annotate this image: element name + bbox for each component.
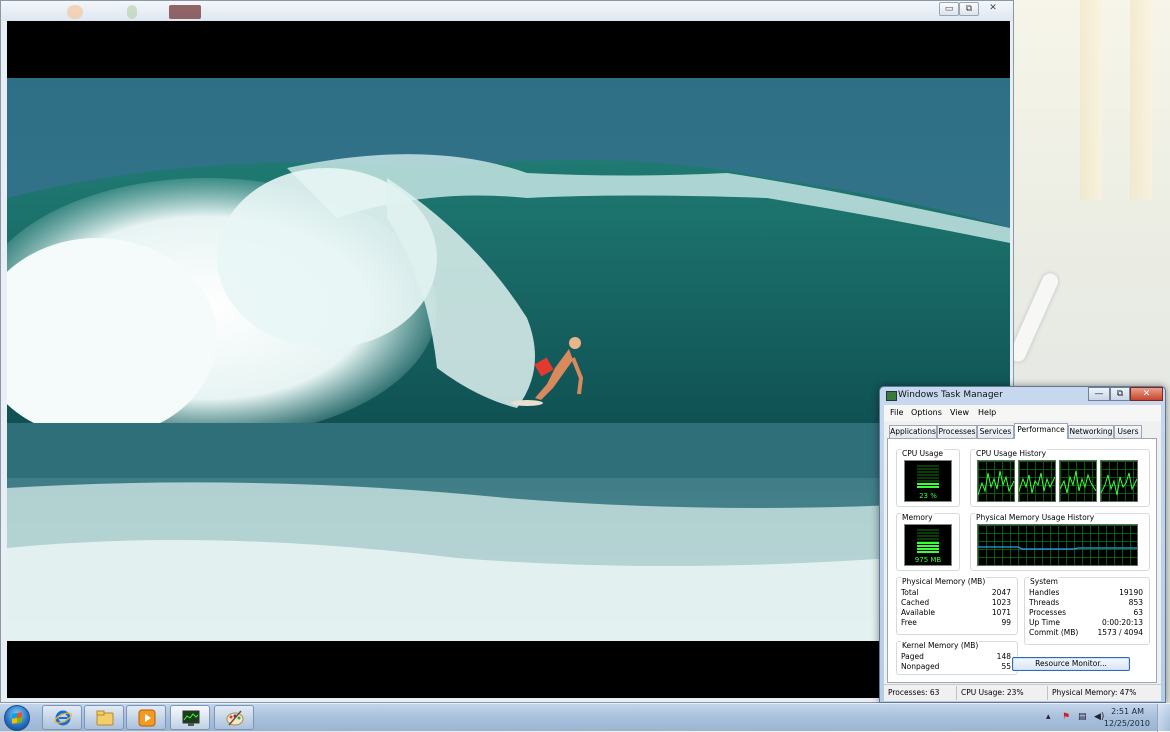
action-center-icon[interactable]: ⚑ <box>1062 712 1070 722</box>
tab-networking[interactable]: Networking <box>1068 425 1114 438</box>
menu-options[interactable]: Options <box>911 408 942 417</box>
menu-bar: File Options View Help <box>884 405 1161 421</box>
memory-history-graph <box>977 524 1138 566</box>
tab-services[interactable]: Services <box>977 425 1014 438</box>
blurred-title-icon <box>127 5 137 19</box>
menu-view[interactable]: View <box>950 408 969 417</box>
windows-logo-icon <box>12 712 22 724</box>
performance-panel: CPU Usage 23 % CPU Usage History Memory … <box>887 438 1157 683</box>
video-player-window[interactable]: ▭ ⧉ ✕ <box>0 0 1014 703</box>
minimize-button[interactable]: ▭ <box>939 2 959 16</box>
cpu-usage-meter: 23 % <box>904 460 952 502</box>
memory-meter: 975 MB <box>904 524 952 566</box>
task-manager-client: File Options View Help Applications Proc… <box>884 405 1161 701</box>
tab-applications[interactable]: Applications <box>889 425 937 438</box>
memory-history-label: Physical Memory Usage History <box>975 513 1096 522</box>
restore-button[interactable]: ⧉ <box>959 2 979 16</box>
surf-video-image <box>7 78 1010 641</box>
status-cpu-usage: CPU Usage: 23% <box>961 688 1024 697</box>
memory-group: Memory 975 MB <box>896 513 960 571</box>
clock-time[interactable]: 2:51 AM <box>1111 707 1144 716</box>
window-title: Windows Task Manager <box>898 390 1003 400</box>
memory-history-group: Physical Memory Usage History <box>970 513 1150 571</box>
taskbar-task-manager[interactable] <box>170 705 210 730</box>
status-processes: Processes: 63 <box>888 688 940 697</box>
menu-file[interactable]: File <box>890 408 903 417</box>
kernel-memory-group: Kernel Memory (MB) Paged 148 Nonpaged 55 <box>896 641 1018 675</box>
system-group: System Handles 19190 Threads 853 Processes… <box>1024 577 1150 645</box>
resource-monitor-button[interactable]: Resource Monitor... <box>1012 657 1130 671</box>
memory-label: Memory <box>901 513 934 522</box>
volume-icon[interactable]: ◀) <box>1094 712 1104 722</box>
tab-processes[interactable]: Processes <box>937 425 977 438</box>
internet-explorer-icon <box>54 710 72 726</box>
clock-date[interactable]: 12/25/2010 <box>1104 719 1150 728</box>
show-hidden-icons-icon[interactable]: ▴ <box>1046 712 1051 722</box>
cpu-history-graph-core4 <box>1100 460 1138 502</box>
cpu-history-group: CPU Usage History <box>970 449 1150 507</box>
physical-memory-group: Physical Memory (MB) Total 2047 Cached 102… <box>896 577 1018 635</box>
status-bar: Processes: 63 CPU Usage: 23% Physical Me… <box>884 684 1161 701</box>
tab-users[interactable]: Users <box>1114 425 1142 438</box>
task-manager-icon <box>182 710 200 726</box>
close-button[interactable]: ✕ <box>1130 387 1163 401</box>
task-manager-window[interactable]: Windows Task Manager — ⧉ ✕ File Options … <box>879 386 1166 703</box>
cpu-history-label: CPU Usage History <box>975 449 1048 458</box>
minimize-button[interactable]: — <box>1088 387 1110 401</box>
maximize-button[interactable]: ⧉ <box>1110 387 1130 401</box>
taskbar-paint[interactable] <box>214 705 254 730</box>
network-icon[interactable]: ▤ <box>1078 712 1087 722</box>
paint-icon <box>226 710 244 726</box>
taskbar-media-player[interactable] <box>126 705 166 730</box>
cpu-usage-value: 23 % <box>919 492 937 500</box>
cpu-history-graph-core3 <box>1059 460 1097 502</box>
physical-memory-label: Physical Memory (MB) <box>901 577 987 586</box>
kernel-memory-label: Kernel Memory (MB) <box>901 641 980 650</box>
video-window-title-bar[interactable]: ▭ ⧉ ✕ <box>1 1 1013 21</box>
cpu-history-graph-core2 <box>1018 460 1056 502</box>
task-manager-icon <box>886 391 897 401</box>
video-frame[interactable] <box>7 21 1010 698</box>
close-button[interactable]: ✕ <box>981 2 1005 14</box>
windows-explorer-icon <box>96 710 114 726</box>
taskbar-internet-explorer[interactable] <box>42 705 82 730</box>
show-desktop-button[interactable] <box>1157 704 1170 732</box>
start-button[interactable] <box>4 705 30 731</box>
memory-value: 975 MB <box>914 556 942 564</box>
blurred-title-icon <box>67 5 83 19</box>
blurred-title-icon <box>169 5 201 19</box>
menu-help[interactable]: Help <box>978 408 996 417</box>
cpu-usage-label: CPU Usage <box>901 449 945 458</box>
media-player-icon <box>138 709 156 727</box>
taskbar: ▴ ⚑ ▤ ◀) 2:51 AM 12/25/2010 <box>0 703 1170 732</box>
cpu-history-graph-core1 <box>977 460 1015 502</box>
system-label: System <box>1029 577 1059 586</box>
tab-performance[interactable]: Performance <box>1014 423 1068 439</box>
status-physical-memory: Physical Memory: 47% <box>1052 688 1137 697</box>
taskbar-windows-explorer[interactable] <box>84 705 124 730</box>
cpu-usage-group: CPU Usage 23 % <box>896 449 960 507</box>
